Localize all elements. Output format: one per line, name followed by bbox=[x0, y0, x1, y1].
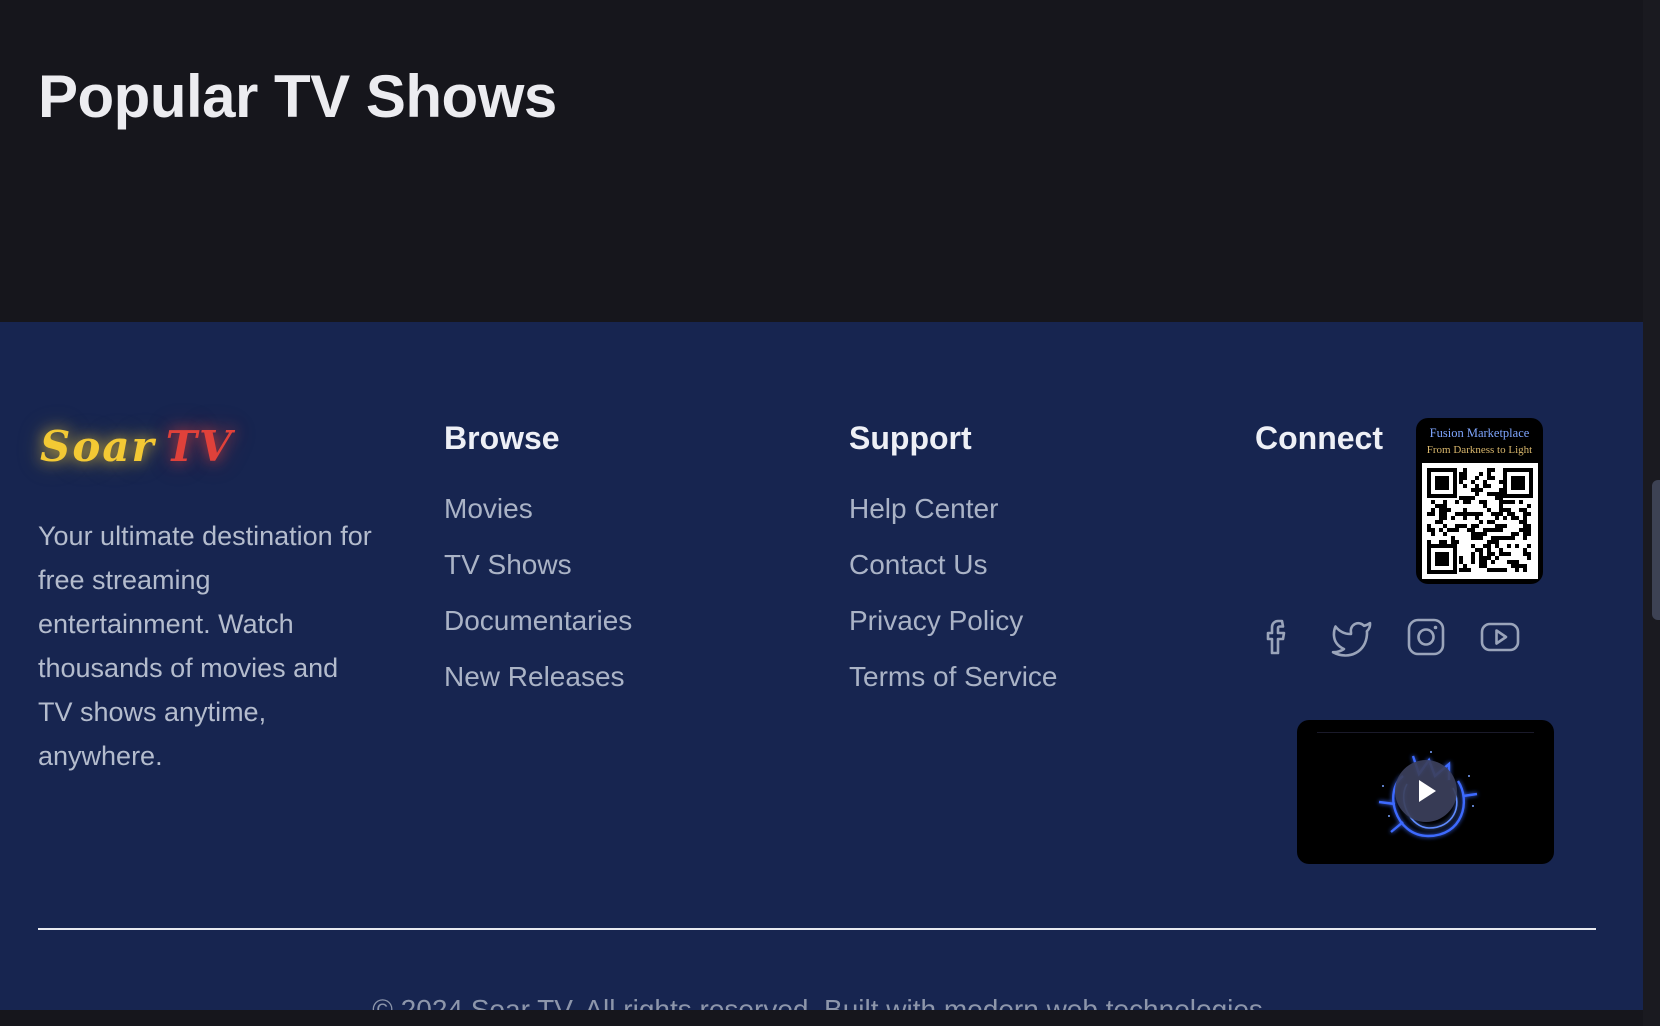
footer-link-contact-us[interactable]: Contact Us bbox=[849, 546, 1058, 602]
logo-tv-text: TV bbox=[165, 422, 234, 471]
brand-description: Your ultimate destination for free strea… bbox=[38, 521, 372, 771]
play-button[interactable] bbox=[1395, 760, 1457, 822]
fusion-marketplace-qr-card[interactable]: Fusion Marketplace From Darkness to Ligh… bbox=[1416, 418, 1543, 584]
video-card[interactable] bbox=[1297, 720, 1554, 864]
twitter-icon[interactable] bbox=[1329, 614, 1375, 660]
footer-link-privacy-policy[interactable]: Privacy Policy bbox=[849, 602, 1058, 658]
connect-heading: Connect bbox=[1255, 420, 1383, 456]
footer-link-help-center[interactable]: Help Center bbox=[849, 490, 1058, 546]
footer-link-terms-of-service[interactable]: Terms of Service bbox=[849, 658, 1058, 714]
browse-links: Movies TV Shows Documentaries New Releas… bbox=[444, 490, 632, 714]
video-top-line bbox=[1317, 732, 1534, 733]
support-heading: Support bbox=[849, 420, 972, 456]
popular-tv-shows-section: Popular TV Shows bbox=[0, 0, 1643, 322]
qr-code-image bbox=[1421, 463, 1538, 579]
footer-link-movies[interactable]: Movies bbox=[444, 490, 632, 546]
brand-logo[interactable]: Soar TV bbox=[40, 422, 234, 471]
footer-link-documentaries[interactable]: Documentaries bbox=[444, 602, 632, 658]
social-icons bbox=[1255, 614, 1523, 660]
qr-card-title: Fusion Marketplace bbox=[1429, 426, 1530, 440]
qr-code-icon bbox=[1426, 468, 1533, 574]
play-icon bbox=[1419, 780, 1436, 802]
logo-soar-text: Soar bbox=[40, 422, 156, 471]
support-links: Help Center Contact Us Privacy Policy Te… bbox=[849, 490, 1058, 714]
bottom-edge bbox=[0, 1010, 1660, 1026]
footer-link-tv-shows[interactable]: TV Shows bbox=[444, 546, 632, 602]
scrollbar-track[interactable] bbox=[1643, 0, 1660, 1026]
footer-link-new-releases[interactable]: New Releases bbox=[444, 658, 632, 714]
browse-heading: Browse bbox=[444, 420, 560, 456]
qr-card-subtitle: From Darkness to Light bbox=[1426, 444, 1533, 456]
facebook-icon[interactable] bbox=[1255, 614, 1301, 660]
page: Popular TV Shows Soar TV Your ultimate de… bbox=[0, 0, 1660, 1026]
scrollbar-thumb[interactable] bbox=[1652, 480, 1660, 620]
section-title: Popular TV Shows bbox=[38, 63, 557, 130]
footer-divider bbox=[38, 928, 1596, 930]
instagram-icon[interactable] bbox=[1403, 614, 1449, 660]
youtube-icon[interactable] bbox=[1477, 614, 1523, 660]
site-footer: Soar TV Your ultimate destination for fre… bbox=[0, 322, 1643, 1025]
